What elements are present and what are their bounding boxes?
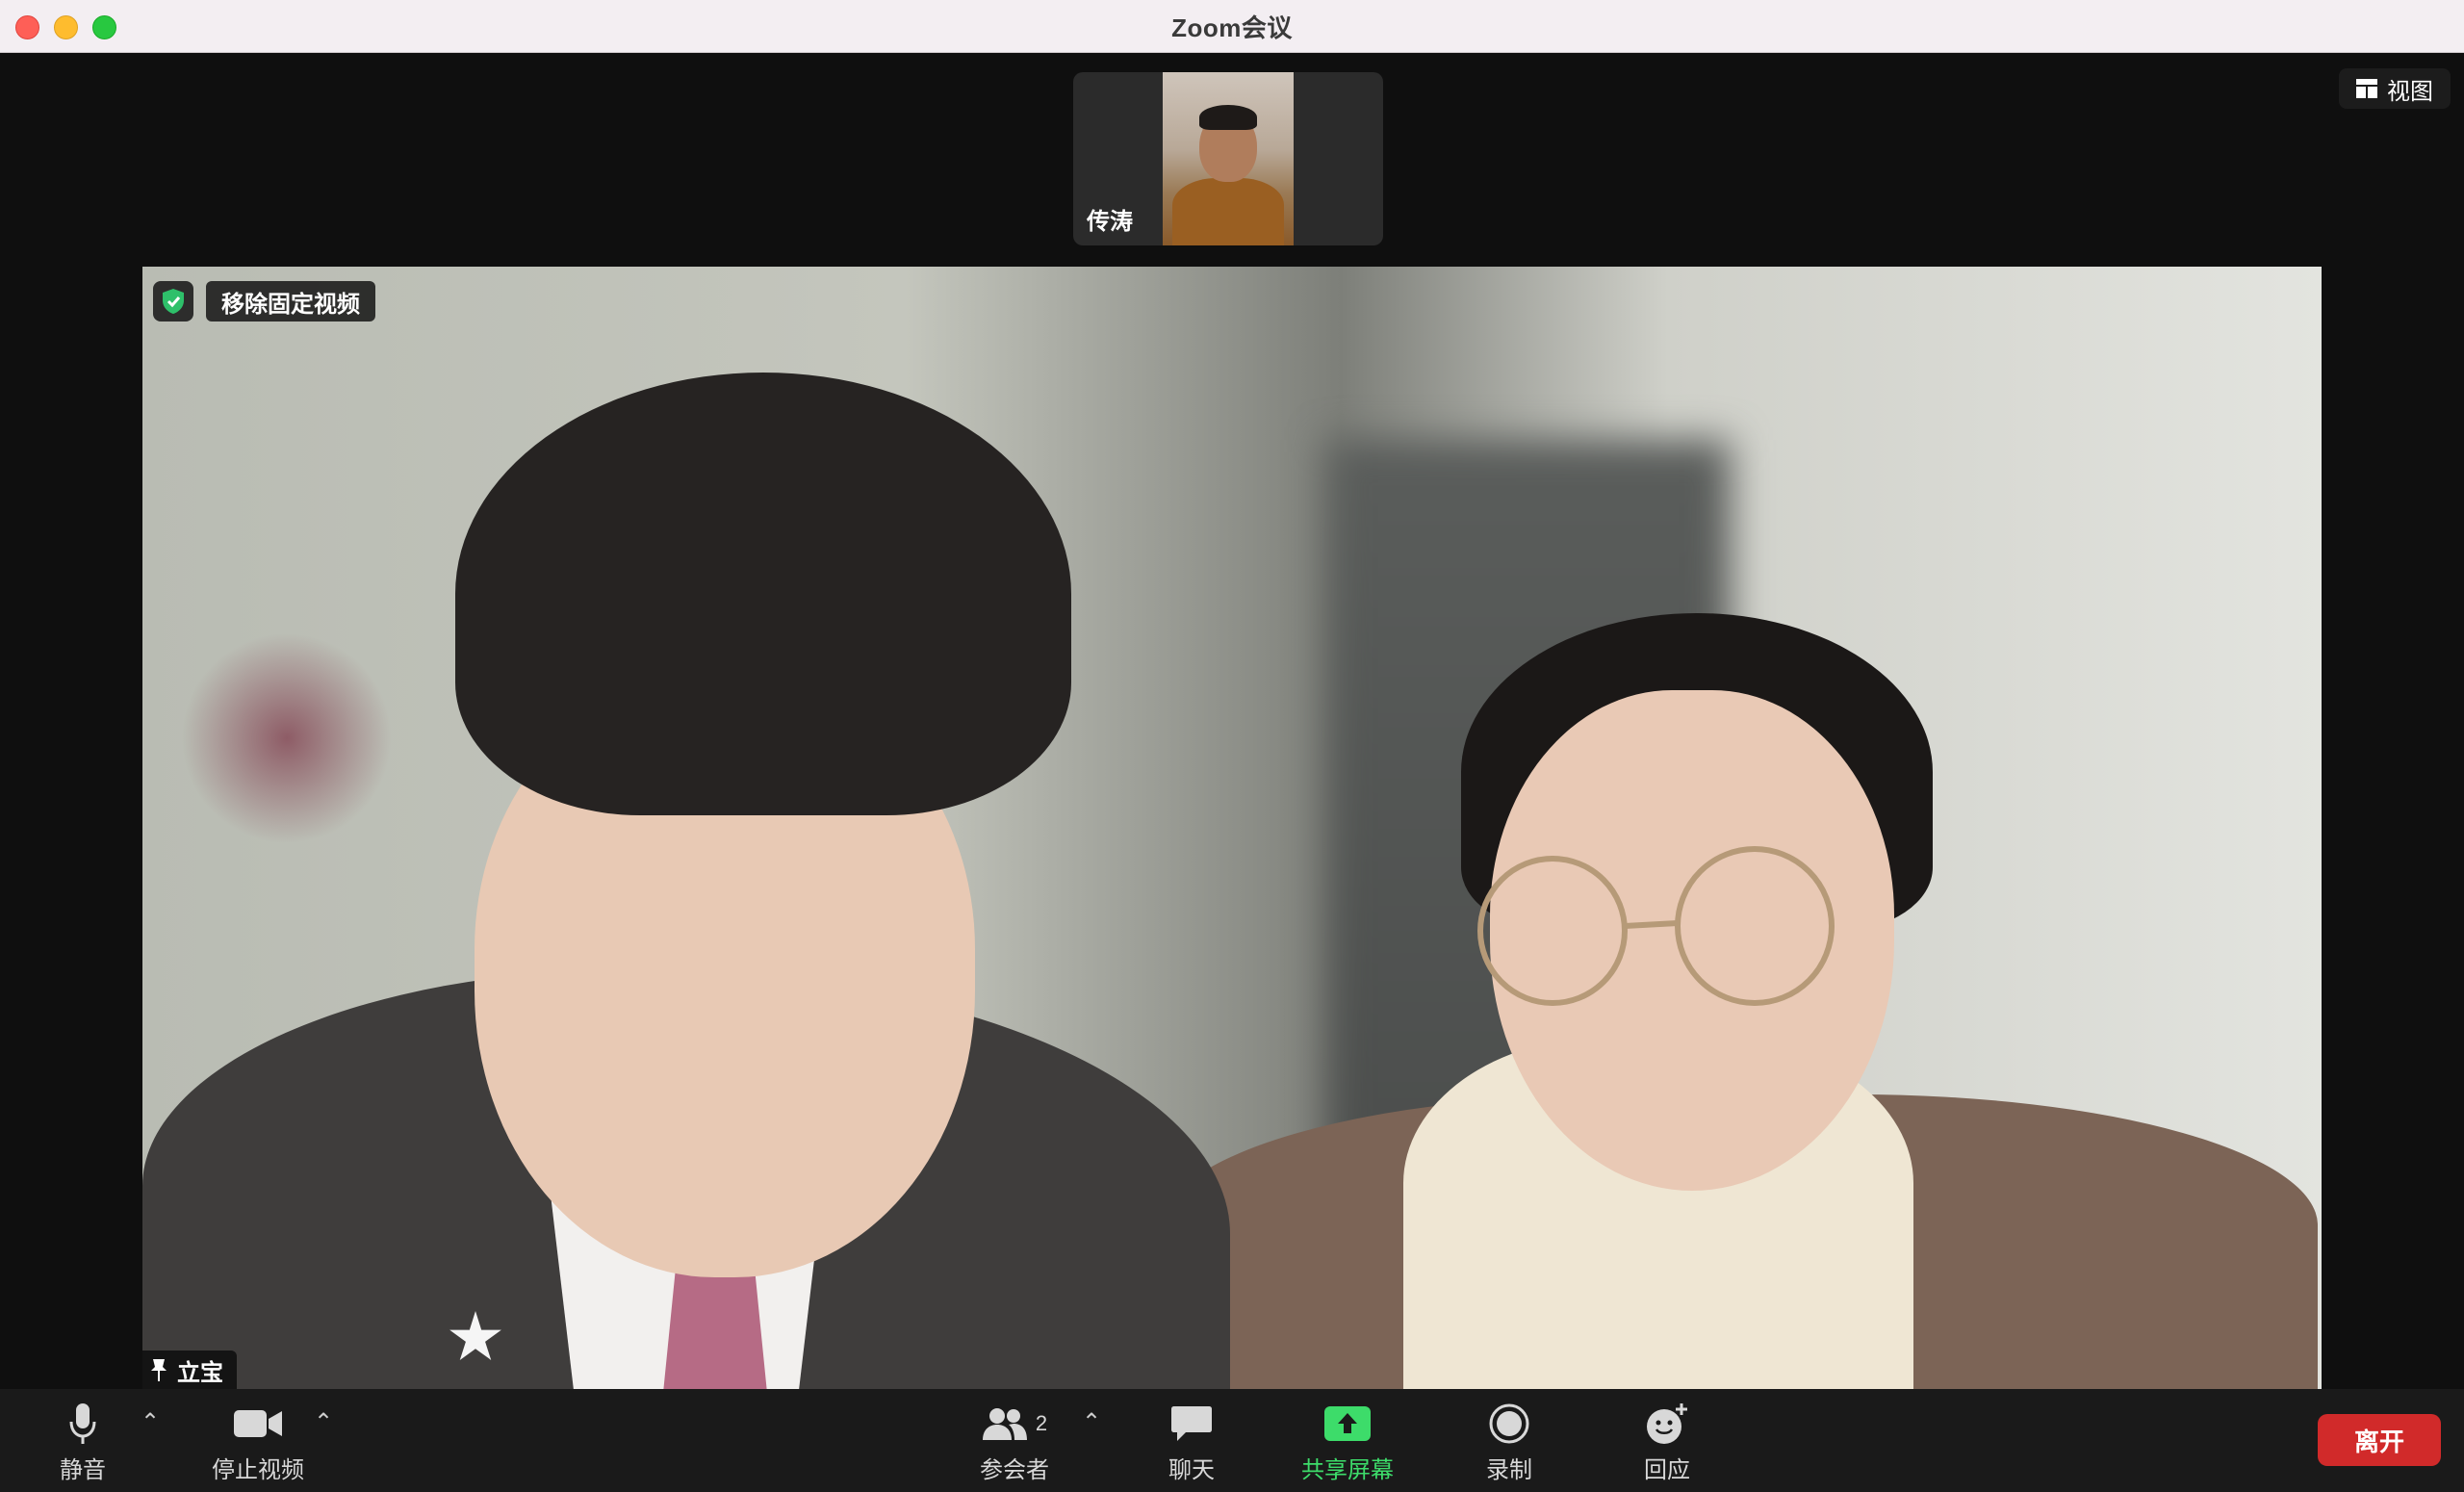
- window-title: Zoom会议: [1171, 13, 1293, 42]
- record-icon: [1489, 1403, 1529, 1444]
- meeting-toolbar: 静音 ⌃ 停止视频 ⌃ 2 参会者 ⌃ 聊天 共享屏幕 录制 回应 离开: [0, 1389, 2464, 1492]
- record-button[interactable]: 录制: [1486, 1402, 1532, 1484]
- share-screen-icon: [1324, 1406, 1371, 1441]
- minimize-window-button[interactable]: [54, 15, 78, 39]
- participants-options-caret[interactable]: ⌃: [1082, 1408, 1101, 1436]
- mute-button[interactable]: 静音: [60, 1402, 106, 1484]
- pinned-video[interactable]: 移除固定视频 立宝: [142, 267, 2322, 1389]
- chat-label: 聊天: [1168, 1457, 1215, 1483]
- grid-icon: [2356, 79, 2377, 98]
- share-screen-label: 共享屏幕: [1301, 1457, 1394, 1483]
- participants-label: 参会者: [980, 1457, 1049, 1483]
- maximize-window-button[interactable]: [92, 15, 116, 39]
- microphone-icon: [69, 1403, 96, 1444]
- stop-video-button[interactable]: 停止视频: [212, 1402, 304, 1484]
- smiley-plus-icon: [1647, 1403, 1687, 1444]
- reactions-button[interactable]: 回应: [1644, 1402, 1690, 1484]
- share-screen-button[interactable]: 共享屏幕: [1301, 1402, 1394, 1484]
- title-bar: Zoom会议: [0, 0, 2464, 53]
- close-window-button[interactable]: [15, 15, 39, 39]
- chat-button[interactable]: 聊天: [1168, 1402, 1215, 1484]
- reactions-label: 回应: [1644, 1457, 1690, 1483]
- participants-count: 2: [1035, 1411, 1048, 1435]
- chat-bubble-icon: [1171, 1406, 1212, 1441]
- participant-name: 立宝: [177, 1359, 223, 1386]
- mute-label: 静音: [60, 1457, 106, 1483]
- unpin-video-button[interactable]: 移除固定视频: [206, 281, 375, 322]
- meeting-stage: 视图 传涛 移除固定视频 立宝: [0, 53, 2464, 1389]
- participant-name-tag: 立宝: [142, 1351, 237, 1389]
- video-camera-icon: [234, 1410, 282, 1437]
- glasses-drawing: [1477, 846, 1835, 1006]
- video-options-caret[interactable]: ⌃: [314, 1408, 333, 1436]
- shield-check-icon[interactable]: [153, 281, 193, 322]
- participants-button[interactable]: 2 参会者: [980, 1402, 1049, 1484]
- thumbnail-participant-name: 传涛: [1087, 209, 1133, 235]
- audio-options-caret[interactable]: ⌃: [141, 1408, 160, 1436]
- view-button[interactable]: 视图: [2339, 68, 2451, 109]
- pin-icon: [151, 1359, 167, 1381]
- leave-meeting-button[interactable]: 离开: [2318, 1414, 2441, 1466]
- view-button-label: 视图: [2387, 78, 2433, 105]
- window-controls: [15, 15, 116, 39]
- participants-icon: [982, 1408, 1027, 1440]
- record-label: 录制: [1486, 1457, 1532, 1483]
- participant-thumbnail[interactable]: 传涛: [1073, 72, 1383, 245]
- stop-video-label: 停止视频: [212, 1457, 304, 1483]
- thumbnail-video: [1163, 72, 1294, 245]
